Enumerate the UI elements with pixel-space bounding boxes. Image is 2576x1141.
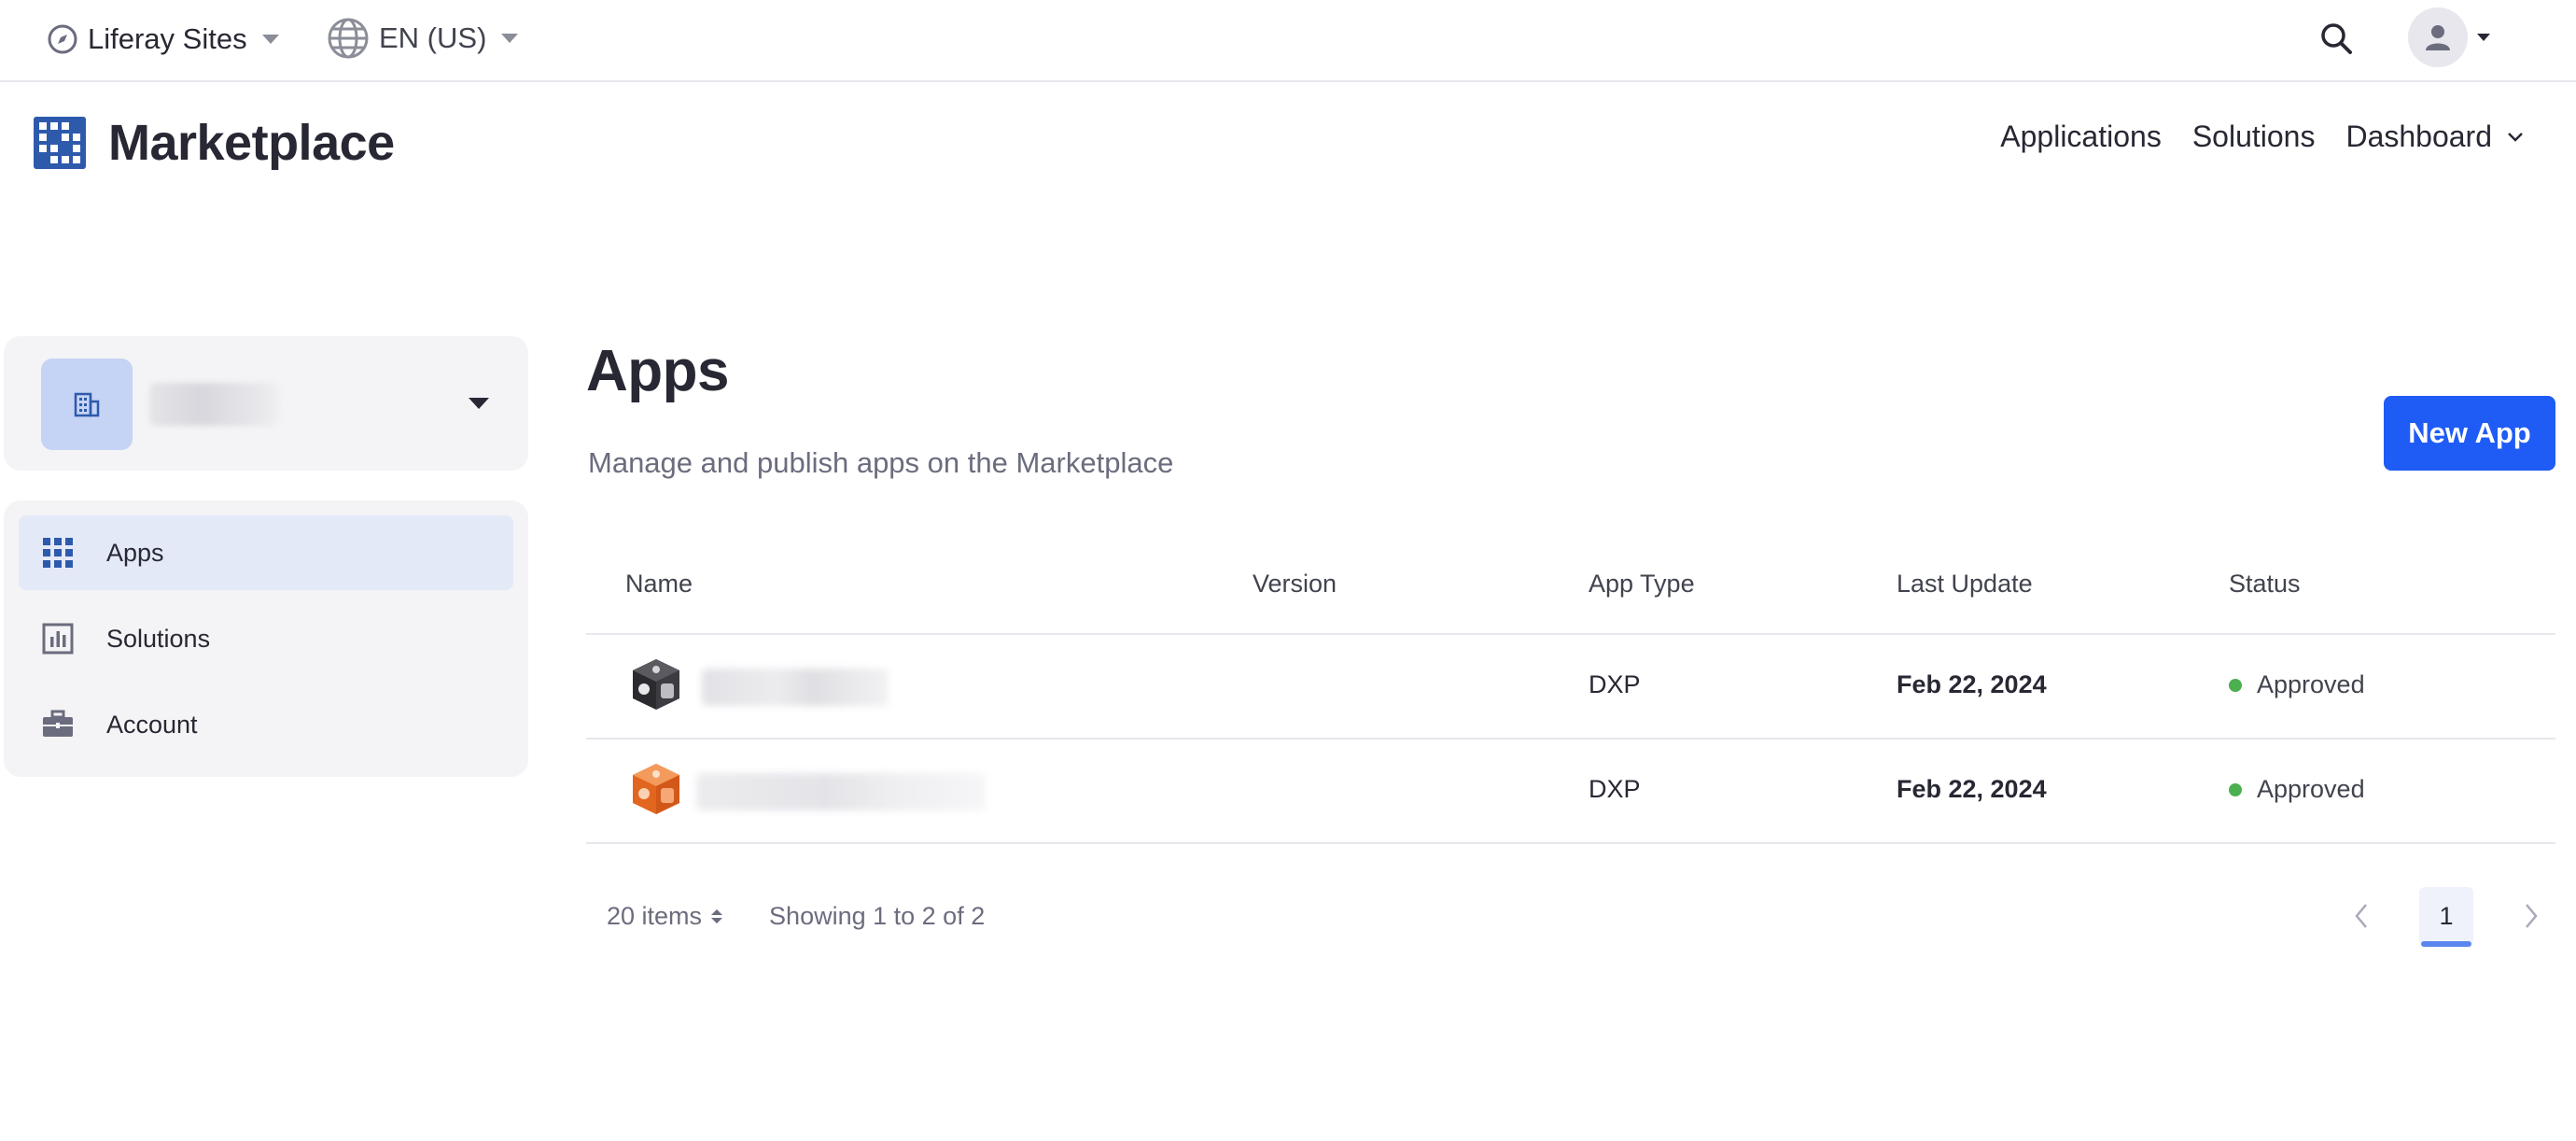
column-header-last-update[interactable]: Last Update (1897, 570, 2033, 599)
nav-solutions[interactable]: Solutions (2192, 120, 2316, 154)
last-update-cell: Feb 22, 2024 (1897, 775, 2047, 803)
sidebar-item-label: Apps (106, 538, 164, 567)
chevron-left-icon (2355, 904, 2367, 928)
status-label: Approved (2257, 670, 2365, 698)
table-row[interactable]: DXP Feb 22, 2024 Approved (586, 740, 2555, 844)
compass-icon (48, 24, 77, 54)
last-update-cell: Feb 22, 2024 (1897, 670, 2047, 698)
brand-title: Marketplace (108, 115, 395, 171)
user-icon (2426, 25, 2450, 50)
sidebar-item-solutions[interactable]: Solutions (19, 601, 513, 676)
account-name-redacted (149, 383, 280, 426)
app-dice-orange-icon (633, 764, 679, 814)
grid-icon (41, 536, 75, 570)
top-utility-bar: Liferay Sites EN (US) (0, 0, 2576, 82)
caret-down-icon (261, 35, 279, 44)
building-icon (74, 392, 100, 417)
nav-applications[interactable]: Applications (2000, 120, 2162, 154)
pagination: 1 (2343, 887, 2550, 947)
page-number-button[interactable]: 1 (2419, 887, 2473, 947)
column-header-version[interactable]: Version (1253, 570, 1337, 599)
account-avatar (41, 359, 133, 450)
briefcase-icon (41, 708, 75, 741)
sidebar-item-apps[interactable]: Apps (19, 515, 513, 590)
account-selector-card[interactable] (4, 336, 528, 471)
app-name-redacted (702, 669, 889, 706)
chevron-right-icon (2526, 904, 2538, 928)
caret-down-icon (2477, 34, 2490, 41)
app-type-cell: DXP (1589, 670, 1641, 698)
marketplace-logo-icon (34, 117, 86, 169)
sidebar-nav: Apps Solutions Account (4, 500, 528, 777)
status-badge: Approved (2229, 775, 2365, 804)
column-header-app-type[interactable]: App Type (1589, 570, 1695, 599)
globe-icon (328, 18, 369, 59)
results-summary: Showing 1 to 2 of 2 (769, 902, 986, 930)
new-app-button[interactable]: New App (2384, 396, 2555, 471)
chevron-down-icon (2508, 132, 2523, 142)
page-title: Apps (586, 339, 730, 403)
user-menu-button[interactable] (2408, 7, 2490, 67)
search-icon (2321, 23, 2352, 54)
column-header-status[interactable]: Status (2229, 570, 2301, 599)
app-name-redacted (696, 773, 986, 810)
column-header-name[interactable]: Name (625, 570, 693, 599)
status-badge: Approved (2229, 670, 2365, 699)
status-dot-icon (2229, 678, 2242, 692)
sidebar-item-label: Solutions (106, 624, 211, 653)
sidebar-item-account[interactable]: Account (19, 687, 513, 762)
items-per-page-label: 20 items (607, 902, 703, 930)
pagination-info: 20 items Showing 1 to 2 of 2 (607, 902, 985, 931)
table-row[interactable]: DXP Feb 22, 2024 Approved (586, 635, 2555, 740)
chart-icon (41, 622, 75, 655)
main-nav: Applications Solutions Dashboard (1969, 120, 2524, 154)
table-header: Name Version App Type Last Update Status (586, 551, 2555, 635)
status-dot-icon (2229, 782, 2242, 796)
site-selector[interactable]: Liferay Sites (47, 19, 279, 60)
avatar (2408, 7, 2468, 67)
items-per-page-select[interactable]: 20 items (607, 902, 723, 931)
previous-page-button[interactable] (2343, 897, 2380, 935)
caret-down-icon (501, 34, 519, 43)
language-label: EN (US) (379, 21, 487, 54)
app-type-cell: DXP (1589, 775, 1641, 803)
status-label: Approved (2257, 775, 2365, 803)
app-dice-dark-icon (633, 659, 679, 710)
sort-arrows-icon (711, 909, 723, 923)
site-selector-label: Liferay Sites (88, 22, 247, 55)
nav-dashboard-label: Dashboard (2345, 120, 2492, 153)
page-subtitle: Manage and publish apps on the Marketpla… (588, 446, 1174, 479)
nav-dashboard[interactable]: Dashboard (2345, 120, 2524, 154)
brand[interactable]: Marketplace (34, 114, 395, 172)
apps-table: Name Version App Type Last Update Status… (586, 551, 2555, 844)
language-selector[interactable]: EN (US) (327, 16, 519, 61)
sidebar-item-label: Account (106, 710, 198, 739)
search-button[interactable] (2315, 17, 2358, 60)
caret-down-icon[interactable] (469, 398, 489, 409)
next-page-button[interactable] (2513, 897, 2550, 935)
